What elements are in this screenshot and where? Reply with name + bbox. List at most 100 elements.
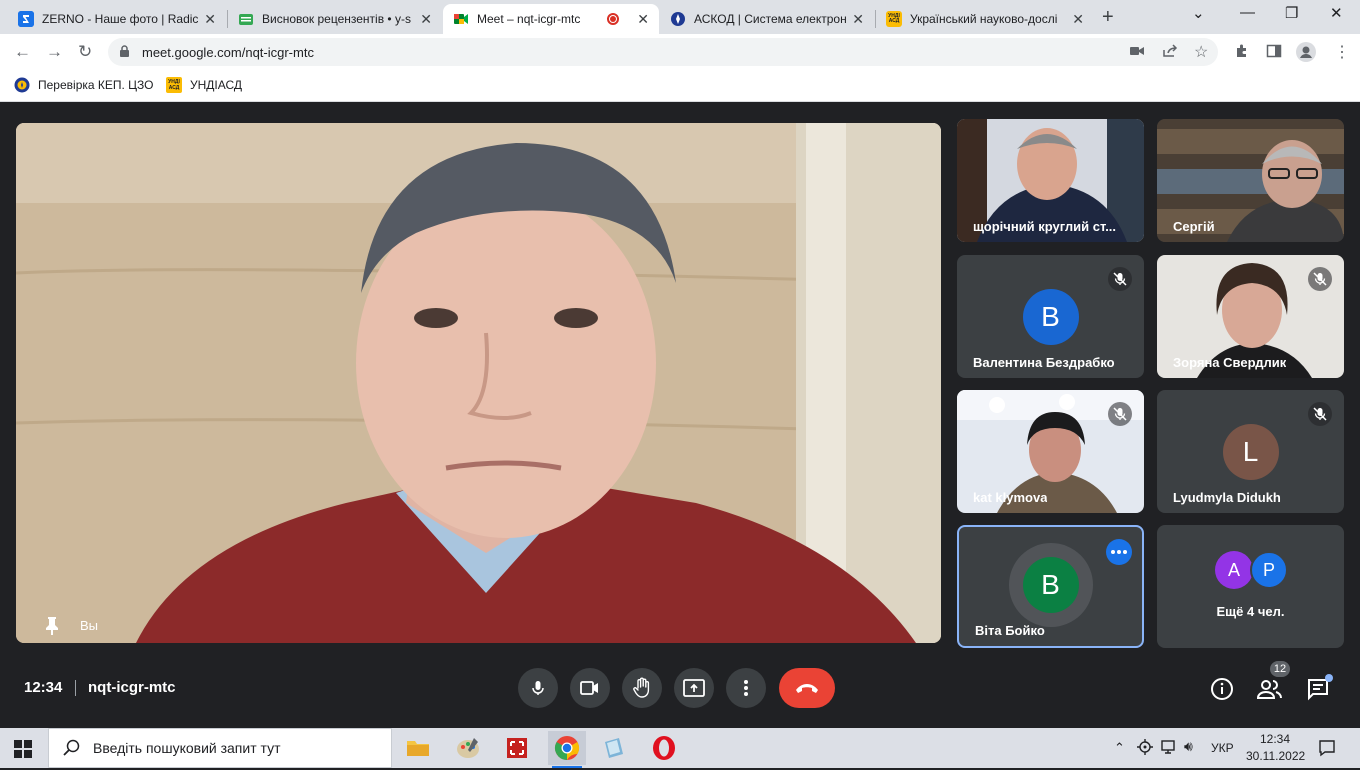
chrome-menu-icon[interactable]: ⋮ [1334,42,1350,62]
participant-tile[interactable]: kat klymova [957,390,1144,513]
participant-tile[interactable]: щорічний круглий ст... [957,119,1144,242]
close-tab-icon[interactable]: ✕ [852,11,864,28]
more-options-icon[interactable] [1106,539,1132,565]
tab-search-icon[interactable]: ⌄ [1192,4,1205,22]
microphone-button[interactable] [518,668,558,708]
browser-toolbar: ← → ↻ meet.google.com/nqt-icgr-mtc ☆ ⋮ [0,34,1360,70]
snipping-tool-icon[interactable] [503,734,531,762]
participant-avatar: L [1222,423,1279,480]
meet-call-area: Вы щорічний круглий ст... Сергій B Вален… [0,103,1360,728]
close-tab-icon[interactable]: ✕ [420,11,432,28]
raise-hand-button[interactable] [622,668,662,708]
camera-icon [580,681,598,695]
notifications-icon[interactable] [1318,739,1336,760]
participant-tile[interactable]: L Lyudmyla Didukh [1157,390,1344,513]
chrome-icon[interactable] [548,731,586,768]
share-icon[interactable] [1162,44,1178,61]
camera-button[interactable] [570,668,610,708]
people-button[interactable] [1257,676,1283,702]
participant-tile[interactable]: B Віта Бойко [957,525,1144,648]
present-screen-button[interactable] [674,668,714,708]
lock-icon [120,45,129,57]
more-participants-tile[interactable]: A P Ещё 4 чел. [1157,525,1344,648]
tab-undiasd[interactable]: УНДІ АСД Український науково-дослі ✕ [876,4,1094,34]
tab-askod[interactable]: АСКОД | Система електрон ✕ [660,4,874,34]
self-video-feed [16,123,941,643]
self-video[interactable]: Вы [16,123,941,643]
mic-off-icon [1308,267,1332,291]
tab-title: Український науково-дослі [910,12,1058,26]
bookmark-star-icon[interactable]: ☆ [1194,42,1208,62]
sheets-favicon-icon [238,11,254,27]
tab-reviewers[interactable]: Висновок рецензентів • у-s ✕ [228,4,442,34]
forward-icon[interactable]: → [46,42,63,62]
network-icon[interactable] [1160,739,1176,758]
bookmarks-bar: Перевірка КЕП. ЦЗО УНДІ АСД УНДІАСД [0,70,1360,102]
close-tab-icon[interactable]: ✕ [204,11,216,28]
zerno-favicon-icon [18,11,34,27]
tab-title: АСКОД | Система електрон [694,12,847,26]
participant-name: Lyudmyla Didukh [1173,490,1281,505]
opera-icon[interactable] [650,734,678,762]
profile-icon[interactable] [1296,42,1316,65]
taskbar-search[interactable]: Введіть пошуковий запит тут [48,728,392,768]
paint-icon[interactable] [454,734,482,762]
tray-expand-icon[interactable]: ⌃ [1114,740,1125,756]
pin-icon[interactable] [44,617,60,635]
minimize-icon[interactable]: — [1240,4,1255,21]
location-tray-icon[interactable] [1137,739,1153,758]
participants-count-badge: 12 [1270,661,1290,677]
camera-permission-icon[interactable] [1130,44,1144,60]
bookmark-kep[interactable]: Перевірка КЕП. ЦЗО [14,77,154,93]
meeting-code: nqt-icgr-mtc [88,679,176,696]
side-panel-icon[interactable] [1266,43,1282,62]
participant-name: Валентина Бездрабко [973,355,1115,370]
clock-time[interactable]: 12:34 [1260,732,1290,746]
restore-icon[interactable]: ❐ [1285,4,1298,22]
meet-favicon-icon [453,11,469,27]
tab-meet[interactable]: Meet – nqt-icgr-mtc ✕ [443,4,659,34]
more-vert-icon [744,680,748,696]
tab-zerno[interactable]: ZERNO - Наше фото | Radic ✕ [8,4,226,34]
back-icon[interactable]: ← [14,42,31,62]
url-text: meet.google.com/nqt-icgr-mtc [142,45,314,60]
participant-name: kat klymova [973,490,1048,505]
keyboard-language[interactable]: УКР [1211,741,1234,755]
participant-avatar: B [1022,288,1079,345]
meeting-details-button[interactable] [1209,676,1235,702]
start-button[interactable] [14,740,32,763]
undiasd-favicon-icon: УНДІ АСД [886,11,902,27]
bookmark-undiasd[interactable]: УНДІ АСД УНДІАСД [166,77,242,93]
leave-call-button[interactable] [779,668,835,708]
address-bar[interactable]: meet.google.com/nqt-icgr-mtc ☆ [108,38,1218,66]
close-tab-icon[interactable]: ✕ [1072,11,1084,28]
chat-button[interactable] [1305,674,1333,702]
present-icon [683,679,705,697]
reload-icon[interactable]: ↻ [78,42,92,62]
hand-icon [633,677,650,698]
askod-favicon-icon [670,11,686,27]
windows-logo-icon [14,740,32,758]
people-icon [1257,680,1282,699]
search-icon [63,739,80,756]
mic-off-icon [1308,402,1332,426]
tab-strip: ZERNO - Наше фото | Radic ✕ Висновок рец… [0,0,1360,34]
new-tab-icon[interactable]: + [1102,6,1114,29]
file-explorer-icon[interactable] [404,734,432,762]
bookmark-label: УНДІАСД [190,78,243,92]
seal-icon [14,77,30,93]
meeting-time: 12:34 [24,679,63,696]
participant-tile[interactable]: Сергій [1157,119,1344,242]
more-options-button[interactable] [726,668,766,708]
volume-icon[interactable]: 🔊︎ [1184,738,1193,755]
extensions-icon[interactable] [1234,43,1250,62]
close-window-icon[interactable]: ✕ [1330,4,1343,22]
notebook-app-icon[interactable] [600,734,628,762]
clock-date[interactable]: 30.11.2022 [1246,749,1305,763]
participant-tile[interactable]: Зоряна Свердлик [1157,255,1344,378]
tab-title: ZERNO - Наше фото | Radic [42,12,199,26]
mic-off-icon [1108,267,1132,291]
participant-avatar: A [1215,551,1253,589]
participant-tile[interactable]: B Валентина Бездрабко [957,255,1144,378]
close-tab-icon[interactable]: ✕ [637,11,649,28]
